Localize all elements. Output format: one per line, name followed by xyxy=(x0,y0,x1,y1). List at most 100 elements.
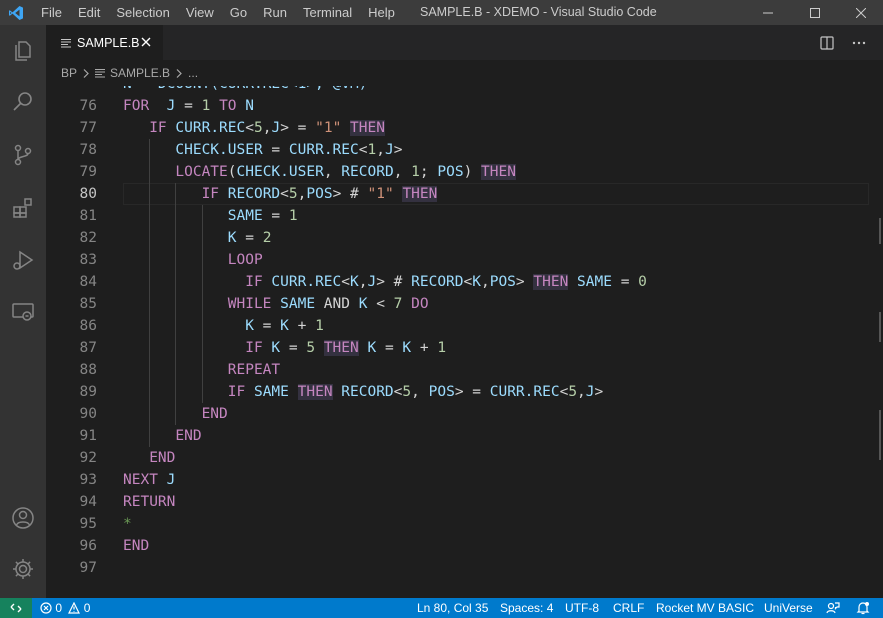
code-token: POS xyxy=(306,186,333,202)
line-text: IF SAME THEN RECORD<5, POS> = CURR.REC<5… xyxy=(123,381,603,403)
code-token: POS xyxy=(437,164,464,180)
breadcrumb-symbol[interactable]: ... xyxy=(188,66,198,80)
code-editor[interactable]: N = DCOUNT(CURR.REC<1>, @VM) 76 FOR J = 1 … xyxy=(46,86,883,598)
source-control-button[interactable] xyxy=(0,131,46,179)
editor-tabs-bar: SAMPLE.B xyxy=(46,25,883,60)
code-token: K xyxy=(245,318,254,334)
remote-indicator[interactable] xyxy=(0,598,32,618)
code-token: 5 xyxy=(253,120,263,136)
source-control-icon xyxy=(14,144,32,166)
code-token: 5 xyxy=(306,340,316,356)
code-token: IF xyxy=(245,274,263,290)
extensions-button[interactable] xyxy=(0,184,46,232)
language-mode[interactable]: Rocket MV BASIC xyxy=(656,598,754,618)
code-token: TO xyxy=(219,98,237,114)
indentation[interactable]: Spaces: 4 xyxy=(500,598,553,618)
code-token: SAME xyxy=(280,296,316,312)
code-token: IF xyxy=(245,340,263,356)
code-token: 1 xyxy=(367,142,377,158)
remote-explorer-button[interactable] xyxy=(0,288,46,336)
line-number: 89 xyxy=(79,384,97,400)
menu-go[interactable]: Go xyxy=(222,0,255,25)
server-type[interactable]: UniVerse xyxy=(764,598,813,618)
line-text: WHILE SAME AND K < 7 DO xyxy=(123,293,429,315)
files-icon xyxy=(15,41,31,61)
code-token: J xyxy=(585,384,595,400)
code-token: K xyxy=(280,318,289,334)
search-button[interactable] xyxy=(0,78,46,126)
problems-indicator[interactable]: 0 0 xyxy=(40,598,90,618)
extensions-icon xyxy=(13,198,32,218)
menu-view[interactable]: View xyxy=(178,0,222,25)
manage-button[interactable] xyxy=(0,545,46,593)
end-of-line[interactable]: CRLF xyxy=(613,598,644,618)
menu-run[interactable]: Run xyxy=(255,0,295,25)
run-debug-button[interactable] xyxy=(0,236,46,284)
close-tab-icon[interactable] xyxy=(139,35,153,49)
accounts-button[interactable] xyxy=(0,494,46,542)
vertical-scrollbar[interactable] xyxy=(869,86,883,598)
breadcrumb-folder[interactable]: BP xyxy=(61,66,77,80)
code-token: LOCATE xyxy=(175,164,228,180)
breadcrumb-file[interactable]: SAMPLE.B xyxy=(110,66,170,80)
menu-terminal[interactable]: Terminal xyxy=(295,0,360,25)
menu-help[interactable]: Help xyxy=(360,0,403,25)
minimize-button[interactable] xyxy=(745,0,791,25)
code-token: = xyxy=(280,340,307,356)
close-window-button[interactable] xyxy=(838,0,883,25)
code-line: N = DCOUNT(CURR.REC<1>, @VM) xyxy=(46,86,883,95)
error-icon xyxy=(40,602,52,614)
menu-edit[interactable]: Edit xyxy=(70,0,108,25)
code-line: 85 WHILE SAME AND K < 7 DO xyxy=(46,293,883,315)
line-text: END xyxy=(123,535,149,557)
feedback-button[interactable] xyxy=(826,598,840,618)
code-token: "1" xyxy=(367,186,394,202)
code-token: THEN xyxy=(402,186,438,202)
code-token: 5 xyxy=(568,384,578,400)
maximize-icon xyxy=(810,7,820,18)
code-token: < xyxy=(280,186,289,202)
code-token: RECORD xyxy=(411,274,464,290)
tab-sample-b[interactable]: SAMPLE.B xyxy=(46,25,163,60)
line-number: 91 xyxy=(79,428,97,444)
menu-selection[interactable]: Selection xyxy=(108,0,177,25)
code-line: 78 CHECK.USER = CURR.REC<1,J> xyxy=(46,139,883,161)
maximize-button[interactable] xyxy=(792,0,838,25)
chevron-right-icon xyxy=(83,68,89,78)
cursor-position[interactable]: Ln 80, Col 35 xyxy=(417,598,488,618)
code-token: 1 xyxy=(288,208,298,224)
code-token: SAME xyxy=(253,384,289,400)
notifications-button[interactable] xyxy=(856,598,870,618)
code-token: 0 xyxy=(638,274,647,290)
line-text: END xyxy=(123,425,201,447)
code-token: , xyxy=(411,384,429,400)
line-number: 94 xyxy=(79,494,97,510)
code-token: = xyxy=(236,230,263,246)
code-line: 91 END xyxy=(46,425,883,447)
code-token: * xyxy=(123,516,132,532)
split-editor-button[interactable] xyxy=(817,33,837,53)
code-token: N xyxy=(245,98,255,114)
code-token: ) xyxy=(463,164,482,180)
line-text: LOCATE(CHECK.USER, RECORD, 1; POS) THEN xyxy=(123,161,516,183)
code-token: K xyxy=(402,340,412,356)
code-line: 82 K = 2 xyxy=(46,227,883,249)
code-token: = xyxy=(262,142,289,158)
line-text: SAME = 1 xyxy=(123,205,298,227)
more-actions-button[interactable] xyxy=(849,33,869,53)
ellipsis-icon xyxy=(852,41,866,45)
menu-file[interactable]: File xyxy=(33,0,70,25)
code-token: RECORD xyxy=(341,384,394,400)
explorer-button[interactable] xyxy=(0,27,46,75)
line-text: CHECK.USER = CURR.REC<1,J> xyxy=(123,139,402,161)
run-debug-icon xyxy=(13,250,34,270)
encoding[interactable]: UTF-8 xyxy=(565,598,599,618)
